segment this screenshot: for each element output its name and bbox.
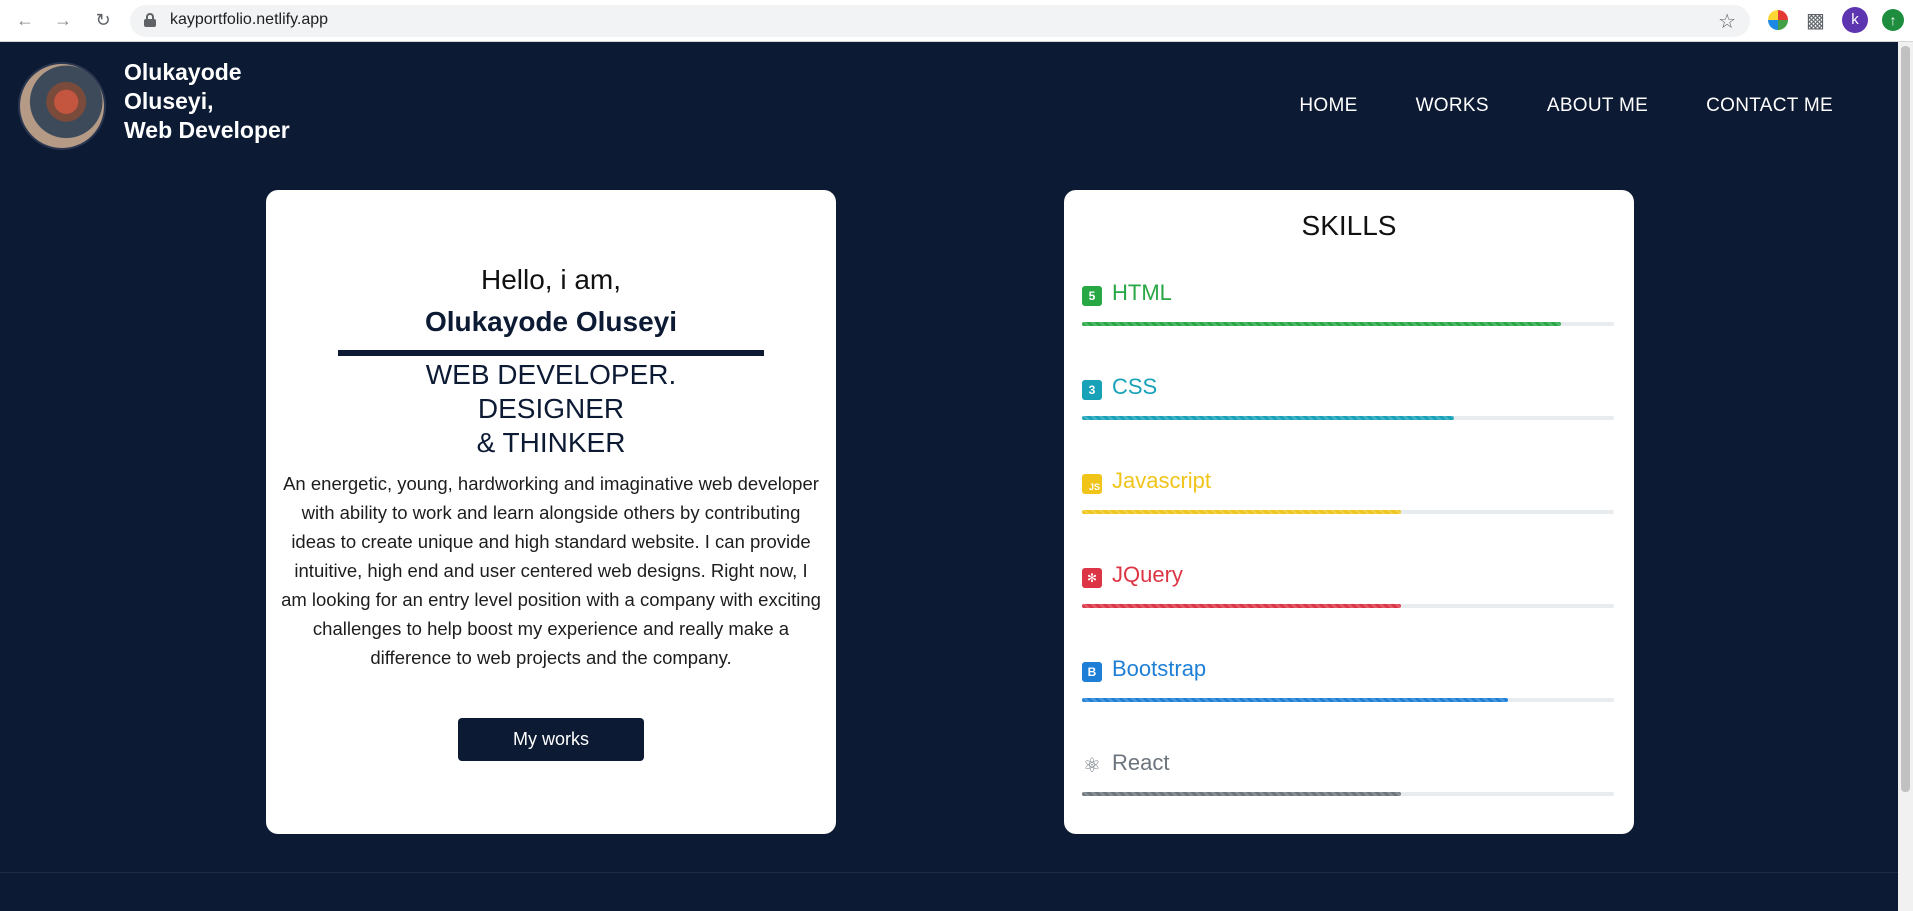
my-works-button[interactable]: My works xyxy=(458,718,644,761)
brand-line: Web Developer xyxy=(124,117,290,143)
nav-home[interactable]: HOME xyxy=(1299,95,1357,117)
skill-progress-fill xyxy=(1082,698,1508,702)
name-divider xyxy=(338,350,764,356)
bio-text: An energetic, young, hardworking and ima… xyxy=(281,473,821,668)
skill-row: B Bootstrap xyxy=(1082,656,1614,716)
skill-name: React xyxy=(1112,750,1170,775)
reload-icon[interactable]: ↻ xyxy=(92,9,114,31)
color-extension-icon[interactable] xyxy=(1768,10,1788,30)
skill-progress-fill xyxy=(1082,322,1561,326)
skill-progress-track xyxy=(1082,792,1614,796)
forward-arrow-icon[interactable]: → xyxy=(52,9,74,31)
extensions-puzzle-icon[interactable]: ▩ xyxy=(1806,8,1825,33)
greeting: Hello, i am, xyxy=(480,264,622,295)
skill-name: JQuery xyxy=(1112,562,1183,587)
back-arrow-icon[interactable]: ← xyxy=(14,9,36,31)
brand-line: Olukayode xyxy=(124,59,242,85)
role-line: DESIGNER xyxy=(477,393,625,424)
skill-name: Bootstrap xyxy=(1112,656,1207,681)
skill-progress-track xyxy=(1082,698,1614,702)
js-icon: JS xyxy=(1082,474,1102,494)
nav-works[interactable]: WORKS xyxy=(1416,95,1489,117)
role-line: WEB DEVELOPER. xyxy=(425,359,677,390)
skill-progress-track xyxy=(1082,322,1614,326)
skill-row: ⚛ React xyxy=(1082,750,1614,810)
full-name: Olukayode Oluseyi xyxy=(424,306,678,337)
skill-progress-track xyxy=(1082,416,1614,420)
intro-card: Hello, i am, Olukayode Oluseyi WEB DEVEL… xyxy=(266,190,836,834)
profile-avatar[interactable]: k xyxy=(1842,7,1868,33)
nav-contact-me[interactable]: CONTACT ME xyxy=(1706,95,1833,117)
main-nav: HOME WORKS ABOUT ME CONTACT ME xyxy=(1299,95,1833,117)
skill-name: Javascript xyxy=(1112,468,1212,493)
skill-row: JS Javascript xyxy=(1082,468,1614,528)
skill-progress-track xyxy=(1082,604,1614,608)
skill-row: ✻ JQuery xyxy=(1082,562,1614,622)
jquery-icon: ✻ xyxy=(1082,568,1102,588)
page-scrollbar[interactable] xyxy=(1898,42,1913,911)
scrollbar-thumb[interactable] xyxy=(1901,46,1910,792)
profile-photo xyxy=(18,62,106,150)
browser-toolbar: ← → ↻ kayportfolio.netlify.app ☆ ▩ k ↑ xyxy=(0,0,1913,42)
skill-progress-fill xyxy=(1082,416,1455,420)
skill-name: HTML xyxy=(1112,280,1172,305)
skill-progress-fill xyxy=(1082,604,1402,608)
footer-divider xyxy=(0,872,1898,873)
role-list: WEB DEVELOPER. DESIGNER & THINKER xyxy=(266,358,836,460)
skill-name: CSS xyxy=(1112,374,1158,399)
bookmark-star-icon[interactable]: ☆ xyxy=(1718,9,1736,34)
lock-icon xyxy=(144,13,156,27)
role-line: & THINKER xyxy=(476,427,626,458)
address-bar[interactable]: kayportfolio.netlify.app ☆ xyxy=(130,5,1750,37)
brand-line: Oluseyi, xyxy=(124,88,214,114)
skill-progress-fill xyxy=(1082,792,1402,796)
url-text[interactable]: kayportfolio.netlify.app xyxy=(170,11,328,29)
bootstrap-icon: B xyxy=(1082,662,1102,682)
skill-row: 5 HTML xyxy=(1082,280,1614,340)
react-icon: ⚛ xyxy=(1083,755,1101,777)
site-brand[interactable]: Olukayode Oluseyi, Web Developer xyxy=(124,58,290,145)
skill-row: 3 CSS xyxy=(1082,374,1614,434)
skills-title: SKILLS xyxy=(1301,210,1397,241)
skill-progress-track xyxy=(1082,510,1614,514)
update-arrow-icon[interactable]: ↑ xyxy=(1882,9,1904,31)
skill-progress-fill xyxy=(1082,510,1402,514)
html5-icon: 5 xyxy=(1082,286,1102,306)
skills-card: SKILLS 5 HTML 3 CSS JS Javascript ✻ JQuery B Boot… xyxy=(1064,190,1634,834)
css3-icon: 3 xyxy=(1082,380,1102,400)
nav-about-me[interactable]: ABOUT ME xyxy=(1547,95,1648,117)
